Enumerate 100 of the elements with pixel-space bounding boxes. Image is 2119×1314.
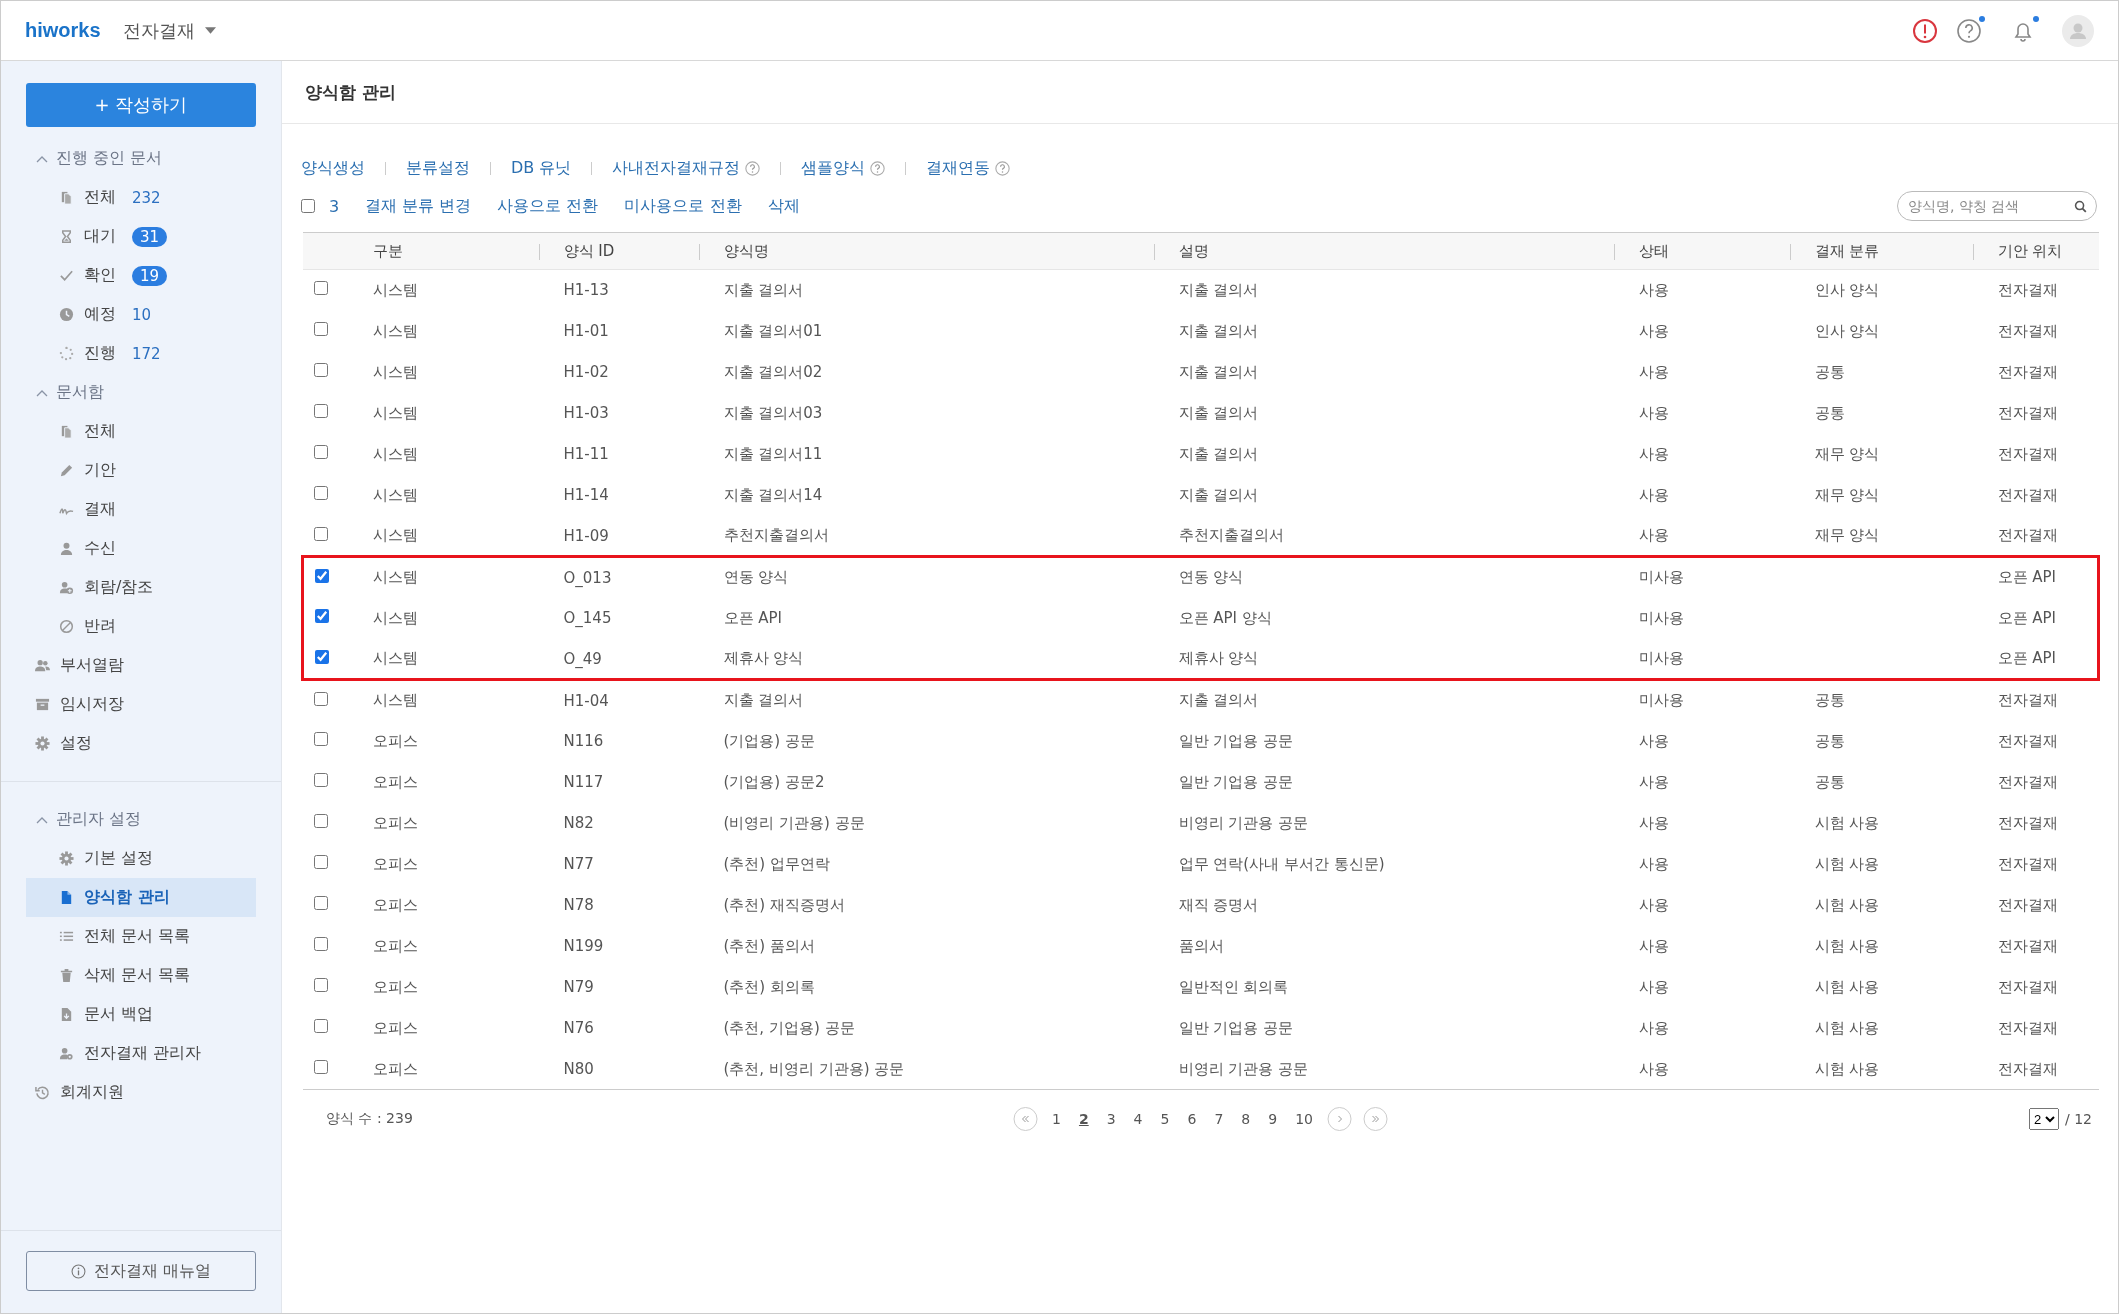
section-header[interactable]: 관리자 설정 — [1, 800, 281, 839]
sidebar-item[interactable]: 양식함 관리 — [26, 878, 256, 917]
row-checkbox[interactable] — [313, 896, 328, 910]
sidebar-item[interactable]: 반려 — [84, 616, 116, 637]
sidebar-item[interactable]: 결재 — [84, 499, 116, 520]
action-link[interactable]: 미사용으로 전환 — [624, 195, 742, 217]
sidebar-item[interactable]: 진행 — [84, 343, 116, 364]
table-cell: 전자결재 — [1997, 321, 2058, 340]
download-document-icon — [59, 1007, 74, 1022]
menu-link[interactable]: 샘플양식 — [801, 157, 866, 179]
select-all-checkbox[interactable] — [301, 199, 315, 213]
alert-icon[interactable] — [1912, 17, 1938, 44]
table-cell: 재무 양식 — [1814, 485, 1880, 504]
search-field[interactable]: 양식명, 약칭 검색 — [1897, 191, 2097, 221]
row-checkbox[interactable] — [313, 691, 328, 706]
page-link[interactable]: 1 — [1043, 1111, 1070, 1127]
page-link[interactable]: 4 — [1124, 1111, 1152, 1127]
action-link[interactable]: 사용으로 전환 — [497, 195, 599, 217]
sidebar-item[interactable]: 설정 — [60, 733, 92, 754]
table-cell: 미사용 — [1638, 691, 1684, 709]
row-checkbox[interactable] — [313, 404, 328, 418]
sidebar-item[interactable]: 전체 — [84, 187, 116, 208]
row-checkbox[interactable] — [313, 978, 328, 992]
menu-link[interactable]: DB 유닛 — [511, 157, 572, 179]
app-switcher[interactable]: 전자결재 — [122, 18, 216, 43]
sidebar-item[interactable]: 전체 문서 목록 — [26, 917, 256, 956]
table-cell: 전자결재 — [1997, 526, 2058, 544]
table-cell: (추천) 업무연락 — [723, 854, 830, 873]
table-cell: 미사용 — [1638, 568, 1684, 586]
table-cell: 일반 기업용 공문 — [1178, 772, 1294, 791]
menu-link[interactable]: 분류설정 — [406, 157, 470, 179]
page-link[interactable]: 5 — [1151, 1111, 1179, 1127]
compose-button[interactable]: + 작성하기 — [26, 83, 256, 127]
search-icon[interactable] — [2074, 200, 2087, 213]
row-checkbox[interactable] — [315, 609, 329, 623]
row-checkbox[interactable] — [313, 1019, 328, 1033]
table-cell: 지출 결의서 — [1178, 280, 1259, 299]
sidebar-item[interactable]: 문서 백업 — [26, 995, 256, 1034]
row-checkbox[interactable] — [313, 486, 328, 500]
row-checkbox[interactable] — [313, 322, 328, 336]
column-header: 결재 분류 — [1814, 241, 1880, 260]
row-checkbox[interactable] — [315, 649, 329, 664]
row-checkbox[interactable] — [313, 855, 328, 869]
page-link[interactable]: 10 — [1286, 1111, 1322, 1127]
page-link[interactable]: 2 — [1069, 1111, 1098, 1127]
table-cell: H1-13 — [563, 281, 609, 299]
sidebar-item[interactable]: 전체 — [84, 421, 116, 442]
column-header: 양식 ID — [563, 241, 615, 260]
row-checkbox[interactable] — [313, 281, 328, 295]
sidebar-item[interactable]: 예정 — [84, 304, 116, 325]
chevron-up-icon[interactable] — [36, 388, 48, 397]
chevron-up-icon[interactable] — [36, 815, 48, 824]
action-link[interactable]: 삭제 — [767, 195, 800, 217]
sidebar-item[interactable]: 확인 — [84, 265, 116, 286]
row-checkbox[interactable] — [313, 814, 328, 828]
manual-button[interactable]: 전자결재 매뉴얼 — [26, 1251, 256, 1291]
sidebar-item[interactable]: 전자결재 관리자 — [26, 1034, 256, 1073]
page-link[interactable]: 9 — [1259, 1111, 1287, 1127]
table-cell: 오픈 API — [1997, 568, 2056, 586]
table-cell: 오픈 API 양식 — [1178, 608, 1272, 627]
page-link[interactable]: 8 — [1232, 1111, 1260, 1127]
row-checkbox[interactable] — [313, 773, 328, 787]
sidebar-item[interactable]: 대기 — [84, 226, 116, 247]
sidebar-item[interactable]: 삭제 문서 목록 — [26, 956, 256, 995]
row-checkbox[interactable] — [313, 363, 328, 377]
page-link[interactable]: 3 — [1097, 1111, 1125, 1127]
row-checkbox[interactable] — [313, 526, 328, 541]
table-cell: N80 — [563, 1060, 594, 1078]
page-select[interactable]: 2 — [2029, 1108, 2059, 1130]
sidebar-item[interactable]: 임시저장 — [60, 694, 124, 715]
row-checkbox[interactable] — [313, 937, 328, 951]
table-cell: 시스템 — [372, 568, 418, 586]
page-link[interactable]: 7 — [1205, 1111, 1233, 1127]
sidebar-item[interactable]: 기안 — [84, 460, 116, 481]
sidebar-item[interactable]: 기본 설정 — [26, 839, 256, 878]
row-checkbox[interactable] — [315, 568, 329, 583]
row-checkbox[interactable] — [313, 445, 328, 459]
row-checkbox[interactable] — [313, 732, 328, 746]
action-link[interactable]: 결재 분류 변경 — [365, 195, 472, 217]
section-header[interactable]: 문서함 — [1, 373, 281, 412]
table-cell: 사용 — [1638, 321, 1669, 340]
logo[interactable]: hiworks — [25, 19, 101, 42]
sidebar-item[interactable]: 회계지원 — [60, 1082, 124, 1103]
menu-link[interactable]: 결재연동 — [926, 157, 991, 179]
table-cell: 시험 사용 — [1814, 1059, 1880, 1078]
history-icon — [35, 1085, 50, 1100]
row-checkbox[interactable] — [313, 1060, 328, 1074]
section-header[interactable]: 진행 중인 문서 — [1, 139, 281, 178]
table-cell: 지출 결의서 — [1178, 321, 1259, 340]
sidebar-item[interactable]: 회람/참조 — [84, 577, 154, 598]
table-cell: 오피스 — [372, 731, 418, 750]
chevron-up-icon[interactable] — [36, 154, 48, 163]
table-cell: 일반 기업용 공문 — [1178, 1018, 1294, 1037]
help-icon[interactable] — [1956, 17, 1982, 44]
menu-link[interactable]: 사내전자결재규정 — [612, 157, 741, 179]
sidebar-item[interactable]: 수신 — [84, 538, 116, 559]
page-link[interactable]: 6 — [1178, 1111, 1206, 1127]
table-cell: 사용 — [1638, 977, 1669, 996]
sidebar-item[interactable]: 부서열람 — [60, 655, 124, 676]
menu-link[interactable]: 양식생성 — [301, 157, 365, 179]
